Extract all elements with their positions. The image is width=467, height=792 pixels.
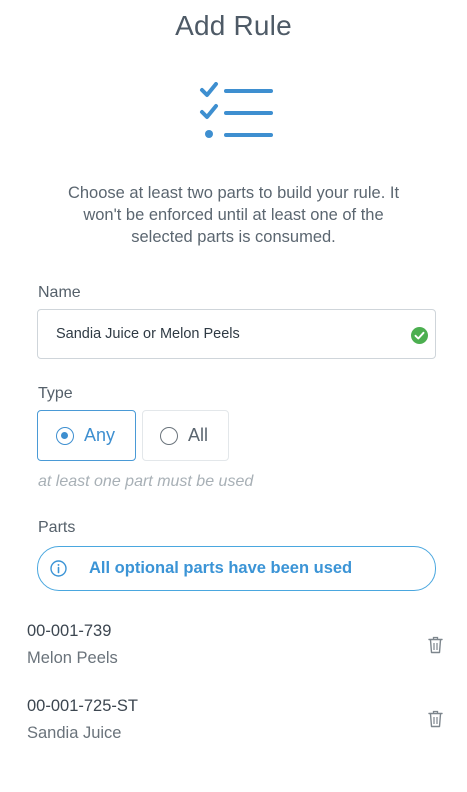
parts-label: Parts xyxy=(38,519,76,536)
list-item: 00-001-739 Melon Peels xyxy=(0,622,467,682)
intro-text: Choose at least two parts to build your … xyxy=(67,184,400,246)
check-circle-icon xyxy=(411,327,428,344)
part-number: 00-001-739 xyxy=(27,622,112,640)
trash-icon[interactable] xyxy=(428,710,443,728)
parts-info-banner: All optional parts have been used xyxy=(37,546,436,591)
type-label: Type xyxy=(38,385,73,402)
radio-unselected-icon xyxy=(160,426,178,445)
page-title: Add Rule xyxy=(175,10,292,41)
info-icon xyxy=(50,560,67,577)
checklist-icon xyxy=(200,82,273,138)
part-name: Sandia Juice xyxy=(27,724,122,742)
trash-icon[interactable] xyxy=(428,636,443,654)
type-option-all-label: All xyxy=(188,425,209,445)
list-item: 00-001-725-ST Sandia Juice xyxy=(0,697,467,757)
name-input[interactable]: Sandia Juice or Melon Peels xyxy=(37,309,436,359)
part-name: Melon Peels xyxy=(27,649,118,667)
name-label: Name xyxy=(38,284,81,301)
part-number: 00-001-725-ST xyxy=(27,697,138,715)
parts-info-text: All optional parts have been used xyxy=(89,559,353,577)
radio-selected-icon xyxy=(56,426,74,445)
name-input-value: Sandia Juice or Melon Peels xyxy=(56,326,240,342)
type-hint: at least one part must be used xyxy=(38,473,254,490)
type-option-all[interactable]: All xyxy=(142,410,229,461)
type-option-any-label: Any xyxy=(84,425,116,445)
type-option-any[interactable]: Any xyxy=(37,410,136,461)
